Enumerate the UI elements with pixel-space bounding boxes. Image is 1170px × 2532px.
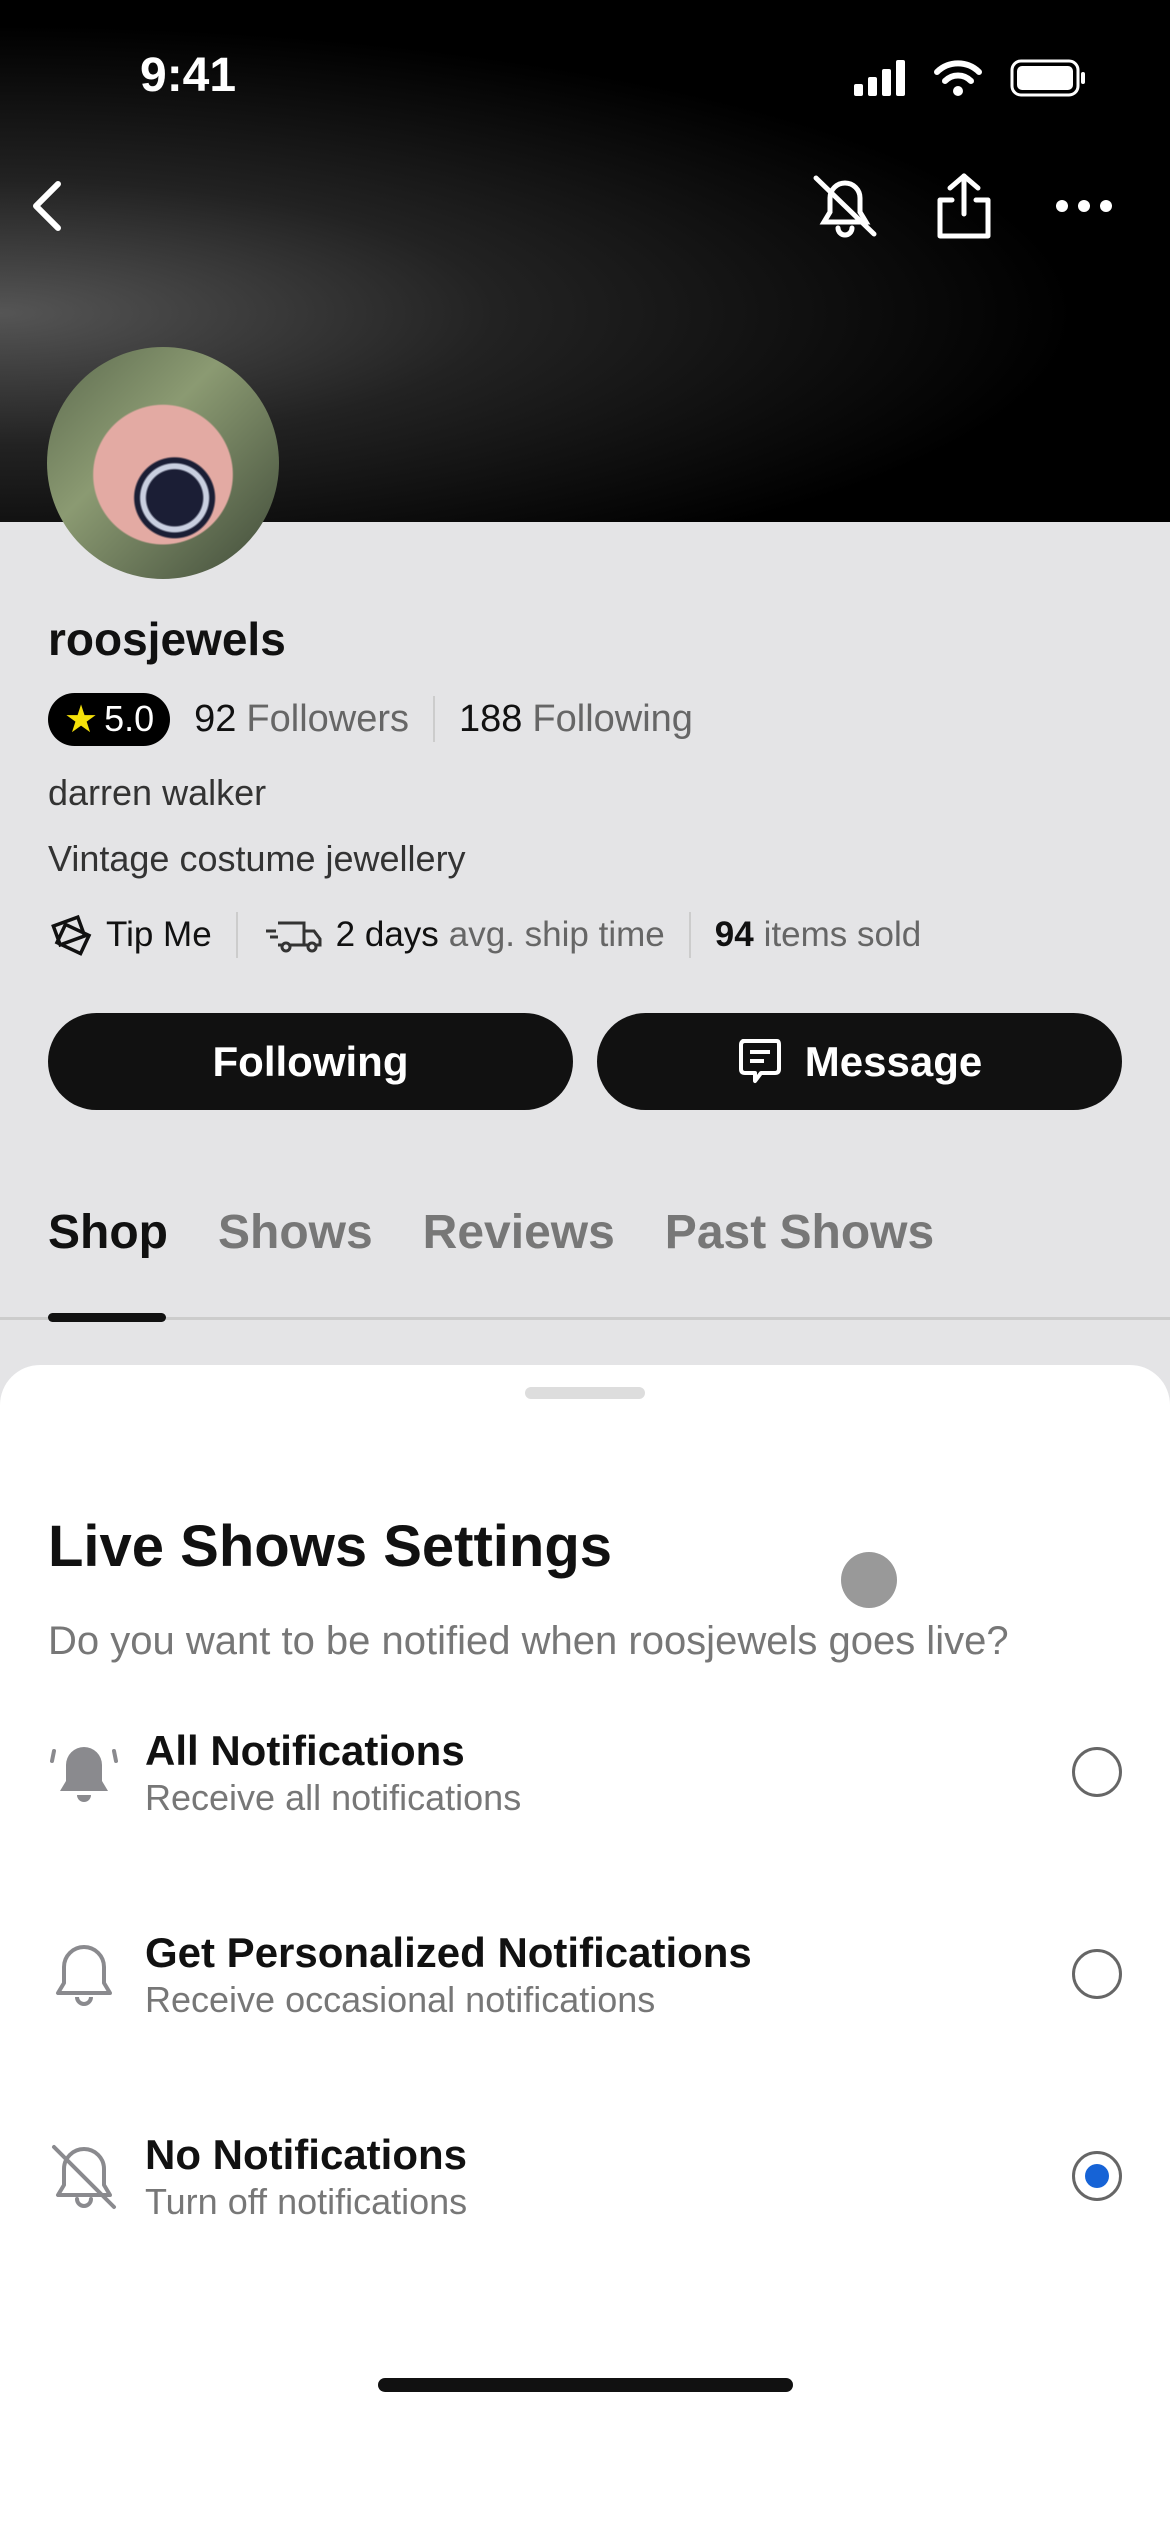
following-button[interactable]: Following	[48, 1013, 573, 1110]
battery-icon	[1010, 59, 1085, 97]
sheet-title: Live Shows Settings	[48, 1514, 612, 1579]
sheet-subtitle: Do you want to be notified when roosjewe…	[48, 1619, 1009, 1663]
tab-past-shows[interactable]: Past Shows	[665, 1205, 934, 1260]
radio-button[interactable]	[1072, 1949, 1122, 1999]
home-indicator[interactable]	[378, 2378, 793, 2392]
radio-button-selected[interactable]	[1072, 2151, 1122, 2201]
option-personalized-notifications[interactable]: Get Personalized Notifications Receive o…	[0, 1929, 1170, 2059]
status-time: 9:41	[140, 49, 237, 102]
bell-ringing-filled-icon	[50, 1747, 118, 1802]
tab-shows[interactable]: Shows	[218, 1205, 373, 1260]
followers-link[interactable]: 92 Followers	[194, 698, 409, 741]
info-row: Tip Me 2 days avg. ship time 94 items sold	[48, 908, 921, 962]
tip-icon	[51, 914, 92, 956]
bell-off-icon[interactable]	[808, 172, 882, 240]
bell-off-icon	[52, 2145, 116, 2209]
radio-dot	[1085, 2164, 1109, 2188]
more-options-icon[interactable]	[1054, 196, 1114, 216]
stats-row: ★ 5.0 92 Followers 188 Following	[48, 692, 693, 746]
radio-button[interactable]	[1072, 1747, 1122, 1797]
shipping-truck-icon	[265, 921, 322, 953]
profile-tabs: Shop Shows Reviews Past Shows	[48, 1205, 934, 1260]
divider	[688, 912, 691, 958]
divider	[235, 912, 238, 958]
signal-icon	[854, 60, 905, 96]
share-icon[interactable]	[932, 170, 996, 242]
bell-outline-icon	[56, 1945, 112, 2006]
status-icons	[854, 59, 1085, 97]
message-icon	[738, 1038, 781, 1083]
following-link[interactable]: 188 Following	[459, 698, 693, 741]
wifi-icon	[934, 60, 982, 84]
tab-reviews[interactable]: Reviews	[423, 1205, 615, 1260]
active-tab-indicator	[48, 1313, 166, 1322]
divider	[433, 696, 436, 742]
message-button[interactable]: Message	[597, 1013, 1122, 1110]
option-no-notifications[interactable]: No Notifications Turn off notifications	[0, 2131, 1170, 2261]
avatar[interactable]	[47, 347, 279, 579]
sheet-drag-handle[interactable]	[525, 1387, 645, 1399]
touch-indicator	[841, 1552, 897, 1608]
live-shows-settings-sheet: Live Shows Settings Do you want to be no…	[0, 1365, 1170, 2532]
option-all-notifications[interactable]: All Notifications Receive all notificati…	[0, 1727, 1170, 1857]
display-name: darren walker	[48, 772, 267, 813]
tabs-divider	[0, 1317, 1170, 1320]
tab-shop[interactable]: Shop	[48, 1205, 168, 1260]
tip-me-button[interactable]: Tip Me	[48, 913, 212, 957]
back-chevron-icon[interactable]	[22, 178, 72, 234]
bio: Vintage costume jewellery	[48, 838, 466, 879]
rating-badge[interactable]: ★ 5.0	[48, 692, 171, 746]
star-icon: ★	[64, 698, 99, 741]
username: roosjewels	[48, 613, 286, 665]
